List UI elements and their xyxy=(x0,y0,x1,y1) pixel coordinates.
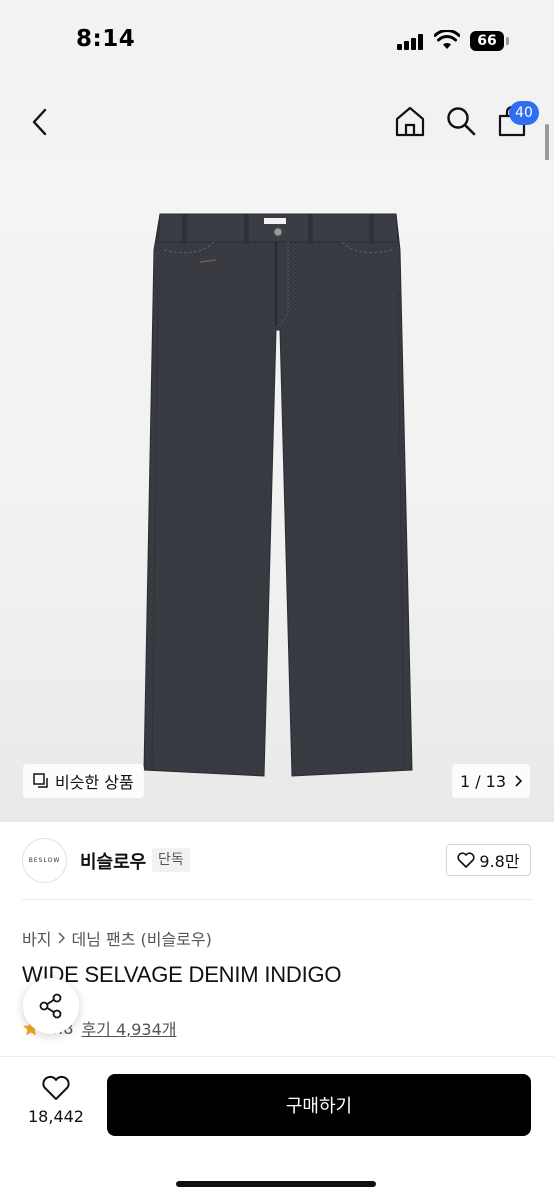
nav-bar xyxy=(0,84,554,160)
chevron-right-icon xyxy=(515,775,523,787)
cellular-signal-icon xyxy=(397,34,425,50)
battery-tip xyxy=(506,37,509,45)
similar-products-button[interactable]: 비슷한 상품 xyxy=(23,764,144,798)
status-time: 8:14 xyxy=(76,26,136,52)
wifi-icon xyxy=(434,30,460,49)
brand-like-count: 9.8만 xyxy=(479,852,520,871)
wishlist-count: 18,442 xyxy=(28,1107,84,1126)
back-button[interactable] xyxy=(22,102,58,142)
home-button[interactable] xyxy=(390,100,430,142)
breadcrumb-item-pants[interactable]: 바지 xyxy=(22,926,51,950)
review-link[interactable]: 후기 4,934개 xyxy=(81,1016,176,1040)
heart-icon xyxy=(42,1075,70,1100)
heart-icon xyxy=(457,852,475,868)
home-icon xyxy=(395,106,425,137)
breadcrumb-item-denim[interactable]: 데님 팬츠 (비슬로우) xyxy=(71,926,211,950)
wishlist-button[interactable]: 18,442 xyxy=(18,1075,94,1135)
brand-logo-text: BESLOW xyxy=(28,857,61,864)
image-page-indicator[interactable]: 1 / 13 xyxy=(452,764,530,798)
home-indicator xyxy=(176,1181,376,1187)
divider xyxy=(22,899,532,900)
copy-icon xyxy=(33,773,48,788)
search-button[interactable] xyxy=(441,100,481,142)
brand-logo[interactable]: BESLOW xyxy=(22,838,67,883)
brand-name[interactable]: 비슬로우 xyxy=(80,848,146,874)
cart-count-badge: 40 xyxy=(509,101,539,125)
chevron-right-icon xyxy=(58,932,66,944)
search-icon xyxy=(447,107,476,136)
product-image-gallery[interactable]: 비슷한 상품 1 / 13 xyxy=(0,160,554,822)
brand-like-button[interactable]: 9.8만 xyxy=(446,844,531,876)
exclusive-tag: 단독 xyxy=(152,848,190,872)
product-image-jeans xyxy=(143,213,413,777)
buy-button[interactable]: 구매하기 xyxy=(107,1074,531,1136)
breadcrumb: 바지 데님 팬츠 (비슬로우) xyxy=(22,926,212,950)
page-indicator-text: 1 / 13 xyxy=(459,771,507,791)
bottom-action-bar: 18,442 구매하기 xyxy=(0,1056,554,1200)
chevron-left-icon xyxy=(32,108,47,136)
battery-icon: 66 xyxy=(470,31,504,51)
status-bar: 8:14 66 xyxy=(0,0,554,84)
product-title: WIDE SELVAGE DENIM INDIGO xyxy=(22,962,342,987)
share-button[interactable] xyxy=(23,978,79,1034)
similar-products-label: 비슷한 상품 xyxy=(55,773,134,792)
share-icon xyxy=(39,993,62,1019)
brand-row: BESLOW 비슬로우 단독 9.8만 xyxy=(0,822,554,900)
